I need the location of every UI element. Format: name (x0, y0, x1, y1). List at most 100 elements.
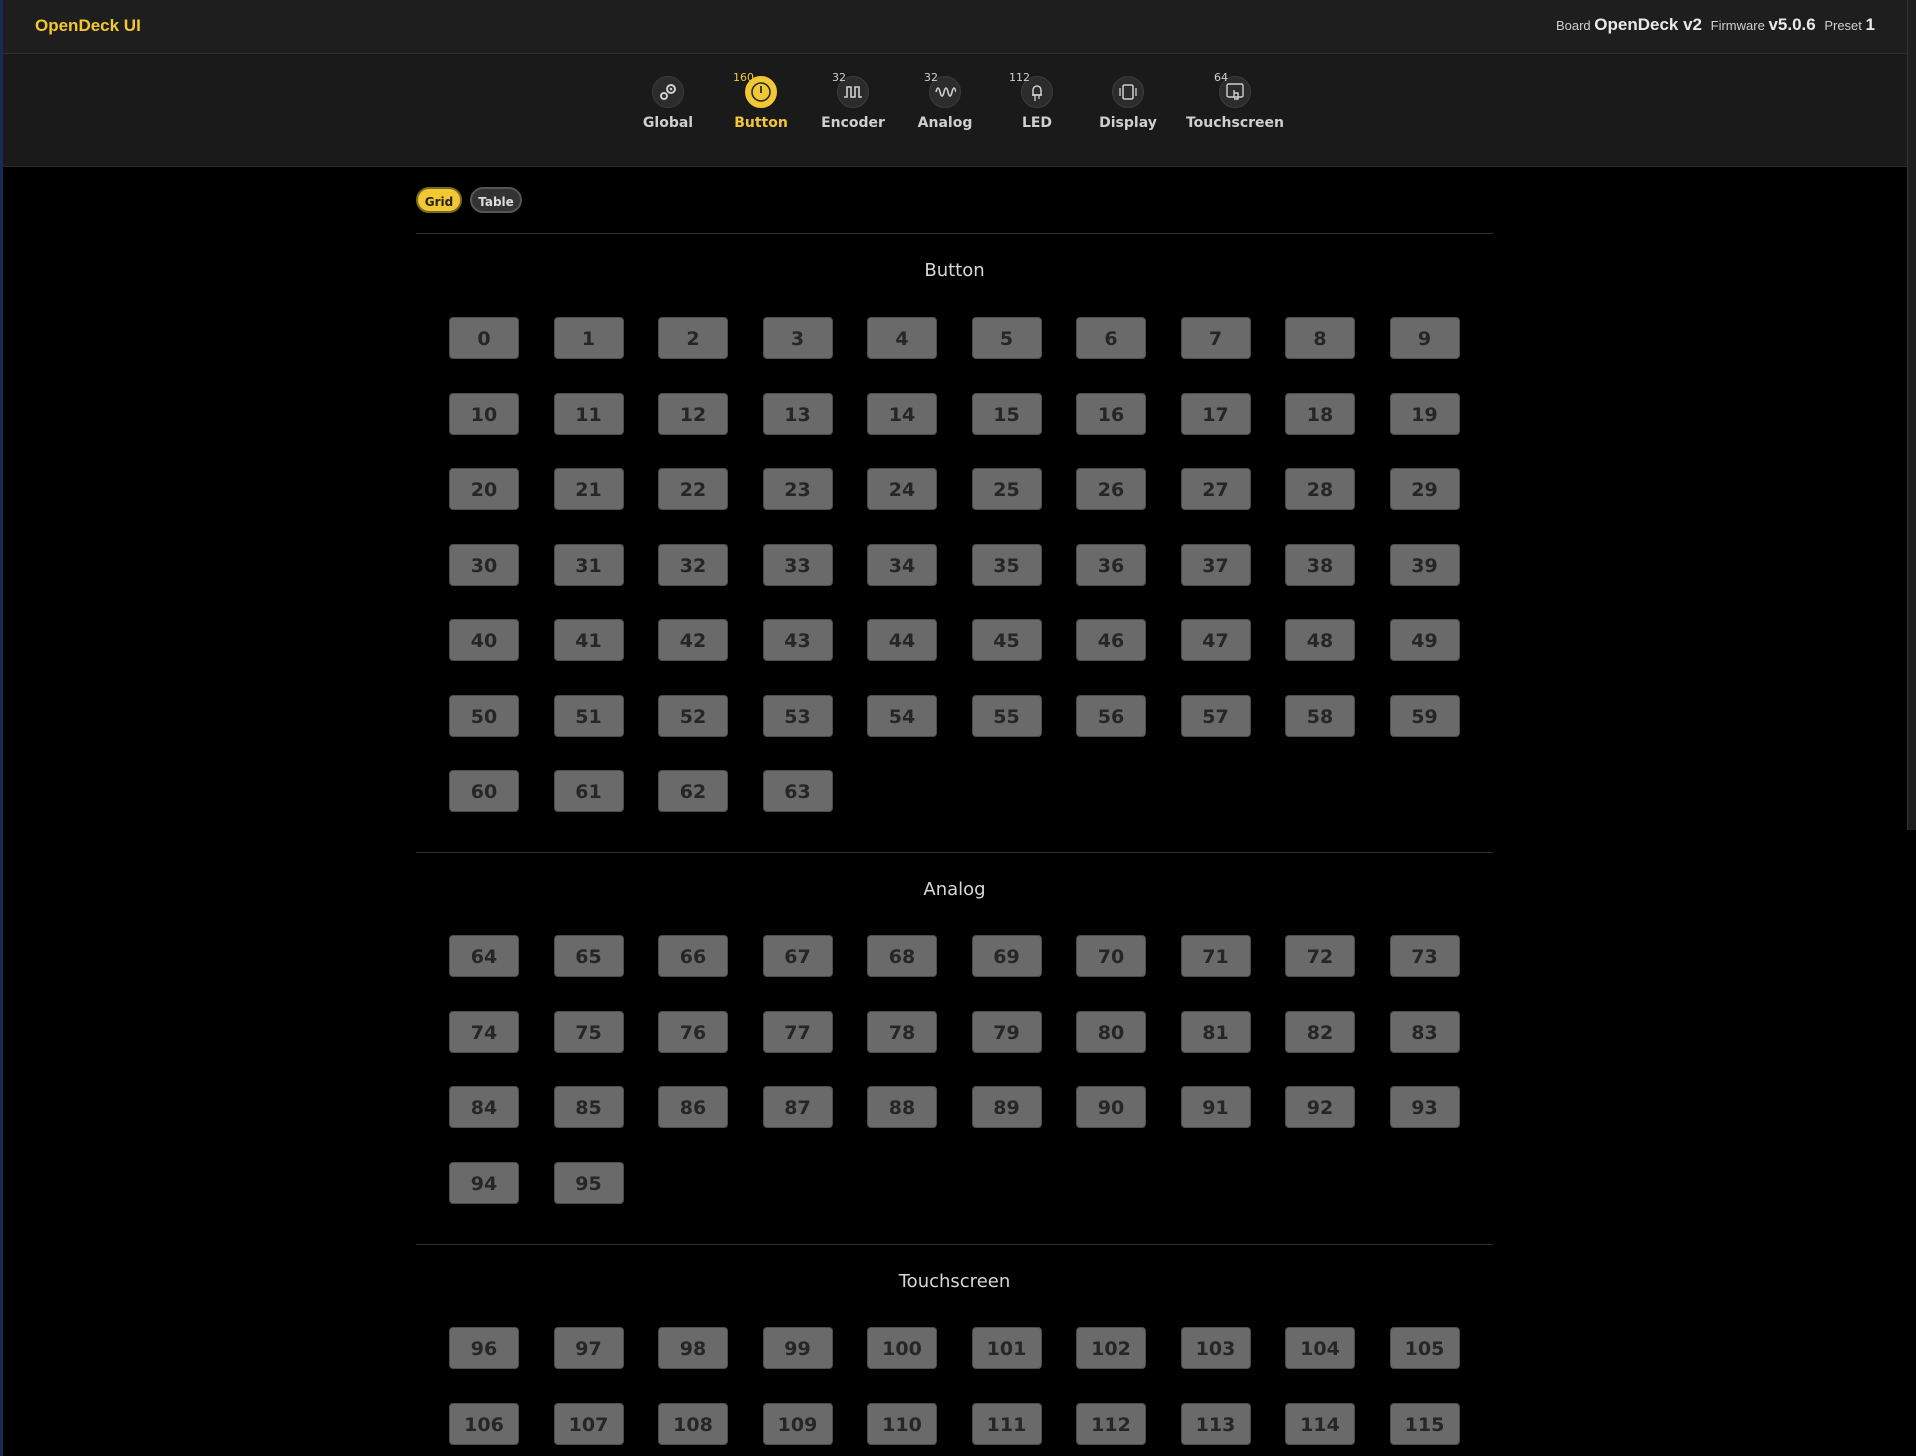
component-tile[interactable]: 86 (658, 1086, 728, 1128)
component-tile[interactable]: 14 (867, 392, 937, 435)
component-tile[interactable]: 87 (762, 1086, 833, 1128)
component-tile[interactable]: 34 (867, 543, 937, 586)
component-tile[interactable]: 26 (1076, 468, 1146, 510)
component-tile[interactable]: 67 (762, 935, 833, 977)
component-tile[interactable]: 54 (867, 694, 937, 737)
component-tile[interactable]: 18 (1285, 392, 1355, 435)
component-tile[interactable]: 47 (1180, 619, 1251, 661)
component-tile[interactable]: 57 (1180, 694, 1251, 737)
component-tile[interactable]: 113 (1180, 1402, 1251, 1445)
component-tile[interactable]: 58 (1285, 694, 1355, 737)
component-tile[interactable]: 51 (553, 694, 624, 737)
component-tile[interactable]: 105 (1389, 1327, 1460, 1369)
component-tile[interactable]: 62 (658, 770, 728, 812)
component-tile[interactable]: 39 (1389, 543, 1460, 586)
component-tile[interactable]: 100 (867, 1327, 937, 1369)
component-tile[interactable]: 44 (867, 619, 937, 661)
component-tile[interactable]: 16 (1076, 392, 1146, 435)
component-tile[interactable]: 52 (658, 694, 728, 737)
component-tile[interactable]: 91 (1180, 1086, 1251, 1128)
component-tile[interactable]: 107 (553, 1402, 624, 1445)
component-tile[interactable]: 111 (971, 1402, 1042, 1445)
component-tile[interactable]: 108 (658, 1402, 728, 1445)
component-tile[interactable]: 31 (553, 543, 624, 586)
nav-item-display[interactable]: Display (1073, 76, 1183, 131)
component-tile[interactable]: 88 (867, 1086, 937, 1128)
component-tile[interactable]: 36 (1076, 543, 1146, 586)
component-tile[interactable]: 109 (762, 1402, 833, 1445)
component-tile[interactable]: 17 (1180, 392, 1251, 435)
component-tile[interactable]: 49 (1389, 619, 1460, 661)
component-tile[interactable]: 104 (1285, 1327, 1355, 1369)
component-tile[interactable]: 46 (1076, 619, 1146, 661)
component-tile[interactable]: 9 (1389, 317, 1460, 359)
component-tile[interactable]: 38 (1285, 543, 1355, 586)
component-tile[interactable]: 56 (1076, 694, 1146, 737)
component-tile[interactable]: 84 (449, 1086, 519, 1128)
component-tile[interactable]: 25 (971, 468, 1042, 510)
component-tile[interactable]: 33 (762, 543, 833, 586)
component-tile[interactable]: 1 (553, 317, 624, 359)
component-tile[interactable]: 92 (1285, 1086, 1355, 1128)
nav-item-touchscreen[interactable]: 64 Touchscreen (1180, 71, 1290, 131)
component-tile[interactable]: 65 (553, 935, 624, 977)
component-tile[interactable]: 96 (449, 1327, 519, 1369)
component-tile[interactable]: 77 (762, 1010, 833, 1053)
component-tile[interactable]: 99 (762, 1327, 833, 1369)
component-tile[interactable]: 81 (1180, 1010, 1251, 1053)
component-tile[interactable]: 71 (1180, 935, 1251, 977)
component-tile[interactable]: 21 (553, 468, 624, 510)
component-tile[interactable]: 2 (658, 317, 728, 359)
component-tile[interactable]: 79 (971, 1010, 1042, 1053)
component-tile[interactable]: 102 (1076, 1327, 1146, 1369)
component-tile[interactable]: 82 (1285, 1010, 1355, 1053)
component-tile[interactable]: 13 (762, 392, 833, 435)
component-tile[interactable]: 63 (762, 770, 833, 812)
component-tile[interactable]: 35 (971, 543, 1042, 586)
component-tile[interactable]: 0 (449, 317, 519, 359)
component-tile[interactable]: 20 (449, 468, 519, 510)
component-tile[interactable]: 3 (762, 317, 833, 359)
component-tile[interactable]: 6 (1076, 317, 1146, 359)
component-tile[interactable]: 114 (1285, 1402, 1355, 1445)
component-tile[interactable]: 70 (1076, 935, 1146, 977)
component-tile[interactable]: 59 (1389, 694, 1460, 737)
component-tile[interactable]: 40 (449, 619, 519, 661)
component-tile[interactable]: 106 (449, 1402, 519, 1445)
component-tile[interactable]: 95 (553, 1161, 624, 1204)
component-tile[interactable]: 69 (971, 935, 1042, 977)
component-tile[interactable]: 5 (971, 317, 1042, 359)
component-tile[interactable]: 66 (658, 935, 728, 977)
component-tile[interactable]: 50 (449, 694, 519, 737)
component-tile[interactable]: 103 (1180, 1327, 1251, 1369)
component-tile[interactable]: 85 (553, 1086, 624, 1128)
component-tile[interactable]: 30 (449, 543, 519, 586)
component-tile[interactable]: 23 (762, 468, 833, 510)
component-tile[interactable]: 101 (971, 1327, 1042, 1369)
component-tile[interactable]: 75 (553, 1010, 624, 1053)
component-tile[interactable]: 28 (1285, 468, 1355, 510)
component-tile[interactable]: 4 (867, 317, 937, 359)
component-tile[interactable]: 68 (867, 935, 937, 977)
component-tile[interactable]: 112 (1076, 1402, 1146, 1445)
component-tile[interactable]: 55 (971, 694, 1042, 737)
component-tile[interactable]: 72 (1285, 935, 1355, 977)
component-tile[interactable]: 7 (1180, 317, 1251, 359)
table-view-toggle[interactable]: Table (470, 187, 522, 213)
component-tile[interactable]: 11 (553, 392, 624, 435)
component-tile[interactable]: 73 (1389, 935, 1460, 977)
component-tile[interactable]: 64 (449, 935, 519, 977)
component-tile[interactable]: 60 (449, 770, 519, 812)
component-tile[interactable]: 89 (971, 1086, 1042, 1128)
component-tile[interactable]: 115 (1389, 1402, 1460, 1445)
component-tile[interactable]: 97 (553, 1327, 624, 1369)
grid-view-toggle[interactable]: Grid (416, 187, 462, 213)
component-tile[interactable]: 76 (658, 1010, 728, 1053)
component-tile[interactable]: 61 (553, 770, 624, 812)
component-tile[interactable]: 10 (449, 392, 519, 435)
component-tile[interactable]: 98 (658, 1327, 728, 1369)
component-tile[interactable]: 74 (449, 1010, 519, 1053)
component-tile[interactable]: 41 (553, 619, 624, 661)
component-tile[interactable]: 8 (1285, 317, 1355, 359)
component-tile[interactable]: 42 (658, 619, 728, 661)
